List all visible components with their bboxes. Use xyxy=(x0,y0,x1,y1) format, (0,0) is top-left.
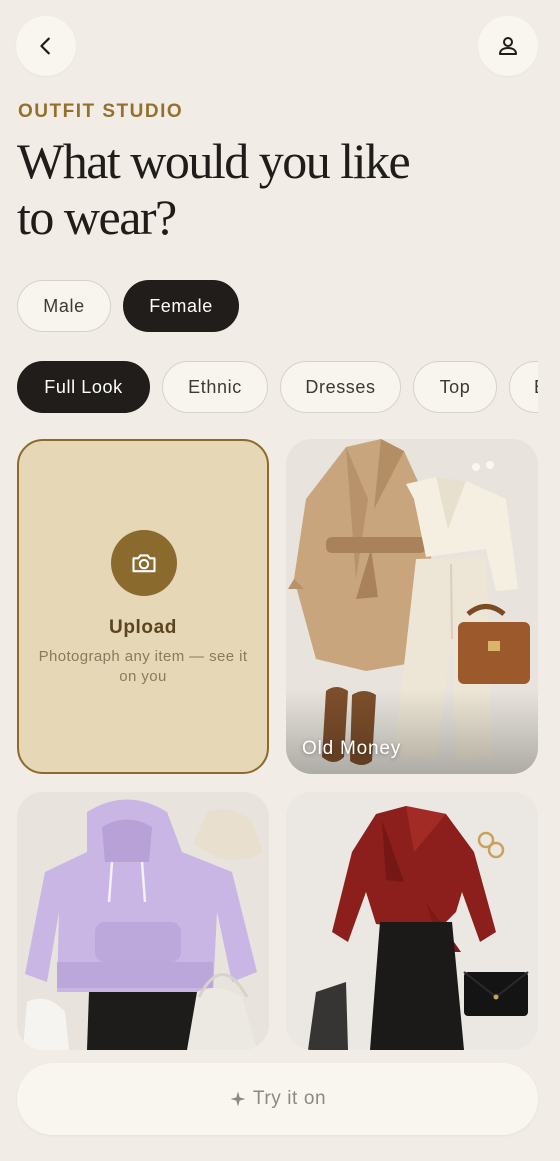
back-button[interactable] xyxy=(16,16,76,76)
upload-subtitle: Photograph any item — see it on you xyxy=(38,648,248,685)
filter-next-partial[interactable]: B xyxy=(509,361,538,413)
page-title: What would you like to wear? xyxy=(17,133,437,245)
outfit-card-lilac-hoodie[interactable] xyxy=(17,792,269,1050)
chevron-left-icon xyxy=(40,37,50,55)
old-money-outfit-image xyxy=(286,439,538,774)
category-filter-row: Full Look Ethnic Dresses Top B xyxy=(0,361,538,413)
filter-dresses[interactable]: Dresses xyxy=(280,361,401,413)
filter-ethnic[interactable]: Ethnic xyxy=(162,361,268,413)
try-it-on-button[interactable]: Try it on xyxy=(17,1063,538,1135)
lilac-hoodie-outfit-image xyxy=(17,792,269,1050)
upload-title: Upload xyxy=(109,617,177,638)
gender-female-chip[interactable]: Female xyxy=(123,280,239,332)
top-bar xyxy=(0,0,560,90)
section-eyebrow: OUTFIT STUDIO xyxy=(18,101,184,122)
camera-icon xyxy=(132,554,156,573)
try-it-on-label: Try it on xyxy=(252,1088,327,1109)
outfit-card-red-blouse[interactable] xyxy=(286,792,538,1050)
page-title-line-2: to wear? xyxy=(17,189,177,245)
profile-button[interactable] xyxy=(478,16,538,76)
outfit-card-old-money[interactable]: Old Money xyxy=(286,439,538,774)
page-title-line-1: What would you like xyxy=(17,133,411,189)
outfit-card-label: Old Money xyxy=(302,738,402,759)
camera-button xyxy=(111,530,177,596)
filter-full-look[interactable]: Full Look xyxy=(17,361,150,413)
sparkle-icon xyxy=(230,1091,246,1107)
gender-male-chip[interactable]: Male xyxy=(17,280,111,332)
upload-card[interactable]: Upload Photograph any item — see it on y… xyxy=(17,439,269,774)
red-blouse-outfit-image xyxy=(286,792,538,1050)
filter-top[interactable]: Top xyxy=(413,361,497,413)
user-icon xyxy=(499,37,517,55)
